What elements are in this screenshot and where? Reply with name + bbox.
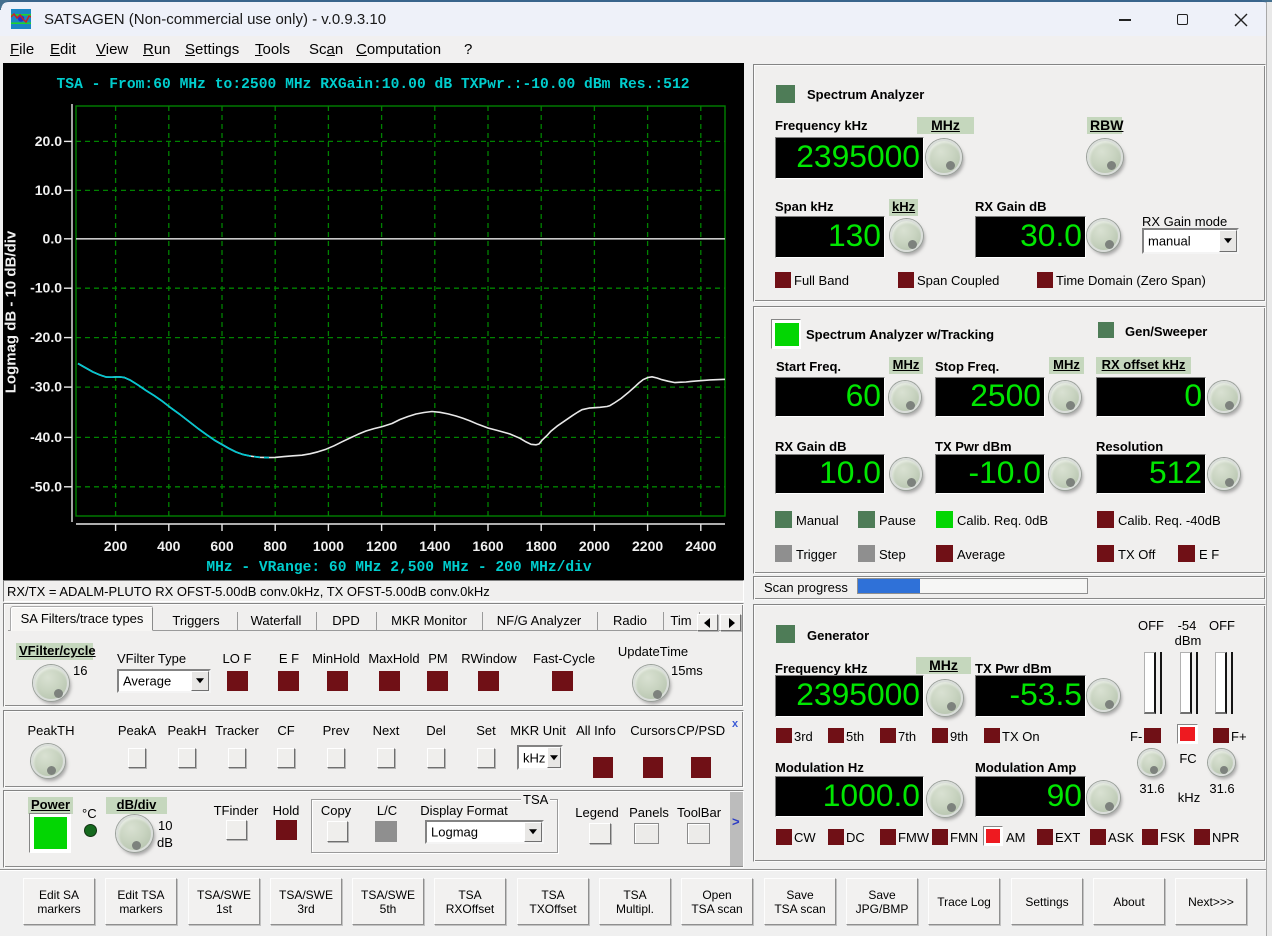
svg-text:1800: 1800 <box>526 538 557 554</box>
svg-text:TSA - From:60 MHz to:2500 MHz: TSA - From:60 MHz to:2500 MHz RXGain:10.… <box>57 77 690 93</box>
svg-text:20.0: 20.0 <box>35 133 62 149</box>
svg-text:-10.0: -10.0 <box>30 280 62 296</box>
svg-text:1600: 1600 <box>472 538 503 554</box>
svg-text:200: 200 <box>104 538 128 554</box>
svg-text:2000: 2000 <box>579 538 610 554</box>
svg-text:-20.0: -20.0 <box>30 329 62 345</box>
svg-text:10.0: 10.0 <box>35 182 62 198</box>
svg-text:-50.0: -50.0 <box>30 478 62 494</box>
svg-text:1000: 1000 <box>313 538 344 554</box>
svg-text:2200: 2200 <box>632 538 663 554</box>
svg-text:400: 400 <box>157 538 181 554</box>
svg-text:2400: 2400 <box>685 538 716 554</box>
svg-text:0.0: 0.0 <box>43 230 63 246</box>
svg-text:-40.0: -40.0 <box>30 429 62 445</box>
svg-text:800: 800 <box>264 538 288 554</box>
svg-text:600: 600 <box>210 538 234 554</box>
svg-text:1200: 1200 <box>366 538 397 554</box>
svg-text:Logmag dB - 10 dB/div: Logmag dB - 10 dB/div <box>3 230 20 393</box>
svg-text:MHz - VRange: 60 MHz 2,500 MHz: MHz - VRange: 60 MHz 2,500 MHz - 200 MHz… <box>206 560 592 576</box>
svg-text:-30.0: -30.0 <box>30 379 62 395</box>
svg-text:1400: 1400 <box>419 538 450 554</box>
